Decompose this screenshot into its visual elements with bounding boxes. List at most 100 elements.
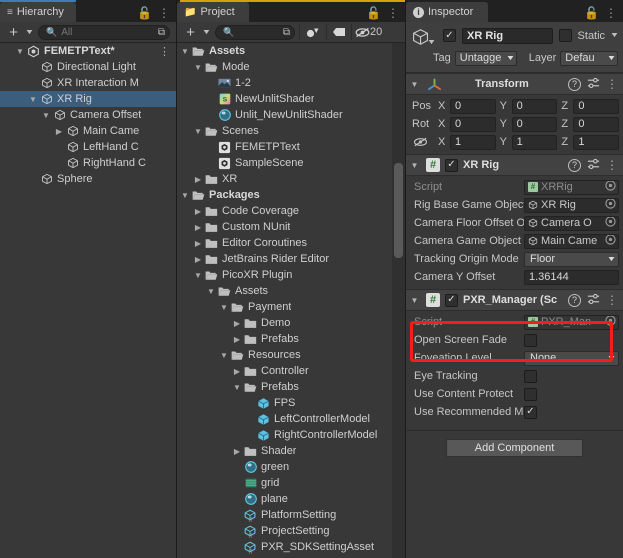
twisty-down-icon[interactable]: ▼: [231, 383, 243, 392]
tree-row[interactable]: {} PlatformSetting: [177, 507, 392, 523]
property-checkbox[interactable]: ✓: [524, 405, 537, 419]
static-checkbox[interactable]: [558, 29, 572, 42]
xr-rig-component-enabled-checkbox[interactable]: ✓: [445, 158, 458, 172]
transform-z-field[interactable]: 0: [573, 98, 620, 114]
tree-row[interactable]: ▶ Custom NUnit: [177, 219, 392, 235]
tree-row[interactable]: SampleScene: [177, 155, 392, 171]
tree-row[interactable]: ▶ Demo: [177, 315, 392, 331]
dropdown-field[interactable]: None ▼: [524, 350, 619, 366]
kebab-menu-icon[interactable]: ⋮: [606, 78, 618, 90]
twisty-right-icon[interactable]: ▶: [231, 335, 243, 344]
twisty-right-icon[interactable]: ▶: [231, 447, 243, 456]
tree-row[interactable]: FEMETPText: [177, 139, 392, 155]
tree-row[interactable]: ▼ PicoXR Plugin: [177, 267, 392, 283]
object-field[interactable]: Camera O: [524, 215, 619, 231]
transform-y-field[interactable]: 1: [511, 134, 558, 150]
kebab-menu-icon[interactable]: ⋮: [606, 294, 618, 306]
tree-row[interactable]: {} ProjectSetting: [177, 523, 392, 539]
tree-row[interactable]: ▶ Code Coverage: [177, 203, 392, 219]
twisty-down-icon[interactable]: ▼: [14, 47, 26, 56]
kebab-menu-icon[interactable]: ⋮: [158, 7, 170, 19]
tree-row[interactable]: ▼ Assets: [177, 283, 392, 299]
tree-row[interactable]: RightControllerModel: [177, 427, 392, 443]
twisty-down-icon[interactable]: ▼: [179, 191, 191, 200]
eye-crossed-icon[interactable]: [352, 24, 370, 41]
hierarchy-add-button[interactable]: +: [2, 24, 24, 41]
twisty-right-icon[interactable]: ▶: [192, 175, 204, 184]
filter-by-type-icon[interactable]: [300, 24, 326, 41]
tree-row[interactable]: ▼ Payment: [177, 299, 392, 315]
twisty-right-icon[interactable]: ▶: [192, 223, 204, 232]
object-picker-icon[interactable]: [605, 180, 616, 194]
transform-y-field[interactable]: 0: [511, 116, 558, 132]
tree-row[interactable]: ▼ Resources: [177, 347, 392, 363]
project-scrollbar[interactable]: [392, 43, 405, 558]
kebab-menu-icon[interactable]: ⋮: [387, 7, 399, 19]
twisty-down-icon[interactable]: ▼: [218, 351, 230, 360]
kebab-menu-icon[interactable]: ⋮: [605, 7, 617, 19]
tree-row[interactable]: grid: [177, 475, 392, 491]
twisty-right-icon[interactable]: ▶: [192, 255, 204, 264]
pxr-manager-component-header[interactable]: ▼ # ✓ PXR_Manager (Sc? ⋮: [406, 289, 623, 311]
twisty-down-icon[interactable]: ▼: [205, 287, 217, 296]
tree-row[interactable]: Directional Light: [0, 59, 176, 75]
help-icon[interactable]: ?: [568, 293, 581, 307]
object-field[interactable]: Main Came: [524, 233, 619, 249]
tree-row[interactable]: Unlit_NewUnlitShader: [177, 107, 392, 123]
twisty-down-icon[interactable]: ▼: [40, 111, 52, 120]
twisty-down-icon[interactable]: ▼: [27, 95, 39, 104]
object-picker-icon[interactable]: [605, 234, 616, 248]
twisty-down-icon[interactable]: ▼: [179, 47, 191, 56]
tab-project[interactable]: 📁 Project: [177, 2, 249, 22]
tree-row[interactable]: ▼ Scenes: [177, 123, 392, 139]
kebab-menu-icon[interactable]: ⋮: [159, 45, 170, 58]
tree-row[interactable]: ▼ Prefabs: [177, 379, 392, 395]
tree-row[interactable]: ▼ Camera Offset: [0, 107, 176, 123]
transform-x-field[interactable]: 0: [450, 98, 496, 114]
preset-icon[interactable]: [587, 293, 600, 308]
static-dropdown-icon[interactable]: ▼: [610, 32, 620, 39]
transform-component-header[interactable]: ▼ Transform? ⋮: [406, 73, 623, 95]
tree-row[interactable]: ▼ Assets: [177, 43, 392, 59]
project-add-dropdown-icon[interactable]: ▼: [201, 24, 211, 41]
hierarchy-search-input[interactable]: 🔍 All ⧉: [38, 24, 170, 40]
twisty-right-icon[interactable]: ▶: [231, 367, 243, 376]
tag-dropdown[interactable]: Untagge ▼: [454, 50, 517, 66]
twisty-down-icon[interactable]: ▼: [192, 127, 204, 136]
tree-row[interactable]: ▼ XR Rig: [0, 91, 176, 107]
dropdown-field[interactable]: Floor ▼: [524, 251, 619, 267]
tree-row[interactable]: S NewUnlitShader: [177, 91, 392, 107]
tab-hierarchy[interactable]: ≡ Hierarchy: [0, 2, 76, 22]
number-field[interactable]: 1.36144: [524, 269, 619, 285]
help-icon[interactable]: ?: [568, 77, 581, 91]
object-picker-icon[interactable]: [605, 315, 616, 329]
tree-row[interactable]: ▶ Controller: [177, 363, 392, 379]
property-checkbox[interactable]: [524, 369, 537, 383]
tree-row[interactable]: RightHand C: [0, 155, 176, 171]
project-scrollbar-thumb[interactable]: [394, 163, 403, 258]
project-add-button[interactable]: +: [179, 24, 201, 41]
twisty-down-icon[interactable]: ▼: [192, 63, 204, 72]
help-icon[interactable]: ?: [568, 158, 581, 172]
preset-icon[interactable]: [587, 158, 600, 173]
tree-row[interactable]: FPS: [177, 395, 392, 411]
tree-row[interactable]: ▶ XR: [177, 171, 392, 187]
twisty-right-icon[interactable]: ▶: [231, 319, 243, 328]
twisty-down-icon[interactable]: ▼: [218, 303, 230, 312]
object-field[interactable]: XR Rig: [524, 197, 619, 213]
add-component-button[interactable]: Add Component: [446, 439, 583, 457]
gameobject-name-field[interactable]: XR Rig: [462, 27, 553, 44]
tree-row[interactable]: XR Interaction M: [0, 75, 176, 91]
tree-row[interactable]: ▼ Mode: [177, 59, 392, 75]
lock-open-icon[interactable]: 🔓: [137, 7, 152, 19]
twisty-right-icon[interactable]: ▶: [192, 207, 204, 216]
xr-rig-component-header[interactable]: ▼ # ✓ XR Rig? ⋮: [406, 154, 623, 176]
object-field[interactable]: # PXR_Man: [524, 314, 619, 330]
tree-row[interactable]: ▶ Editor Coroutines: [177, 235, 392, 251]
expand-search-icon[interactable]: ⧉: [283, 27, 290, 38]
tree-row[interactable]: plane: [177, 491, 392, 507]
expand-search-icon[interactable]: ⧉: [158, 27, 165, 38]
lock-open-icon[interactable]: 🔓: [366, 7, 381, 19]
transform-z-field[interactable]: 0: [573, 116, 620, 132]
tree-row[interactable]: ▶ Main Came: [0, 123, 176, 139]
